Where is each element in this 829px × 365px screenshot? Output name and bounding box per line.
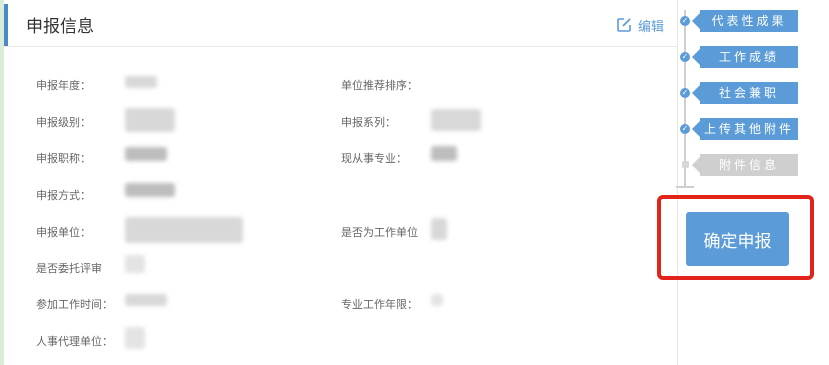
confirm-submit-button[interactable]: 确定申报 xyxy=(686,212,789,266)
method-value-redacted xyxy=(125,183,175,197)
work-years-value-redacted xyxy=(431,294,443,306)
step-check-icon: ✓ xyxy=(680,124,690,134)
title-label: 申报职称： xyxy=(36,152,91,165)
work-years-label: 专业工作年限： xyxy=(341,298,418,311)
steps-connector-line xyxy=(684,10,686,186)
edit-icon xyxy=(617,18,631,32)
series-label: 申报系列： xyxy=(341,116,396,129)
title-value-redacted xyxy=(125,147,167,161)
year-label: 申报年度： xyxy=(36,79,91,92)
unit-label: 申报单位： xyxy=(36,226,91,239)
step-representative-achievements[interactable]: 代表性成果 xyxy=(692,10,798,32)
step-check-icon: ✓ xyxy=(680,16,690,26)
form-body: 申报年度： 单位推荐排序： 申报级别： 申报系列： 申报职称： 现从事专业： 申… xyxy=(4,47,677,365)
page-title: 申报信息 xyxy=(26,17,94,37)
header-accent-bar xyxy=(4,4,8,46)
method-label: 申报方式： xyxy=(36,189,91,202)
work-start-value-redacted xyxy=(125,294,167,306)
card-header: 申报信息 编辑 xyxy=(4,0,677,47)
unit-rank-label: 单位推荐排序： xyxy=(341,79,418,92)
work-start-label: 参加工作时间： xyxy=(36,298,113,311)
steps-line-end xyxy=(676,186,694,188)
entrusted-label: 是否委托评审 xyxy=(36,262,102,275)
level-value-redacted xyxy=(125,108,175,132)
is-work-unit-value-redacted xyxy=(431,218,447,240)
edit-button[interactable]: 编辑 xyxy=(616,14,664,36)
series-value-redacted xyxy=(431,109,481,131)
step-check-icon: ✓ xyxy=(680,88,690,98)
level-label: 申报级别： xyxy=(36,116,91,129)
major-value-redacted xyxy=(431,146,457,161)
unit-value-redacted xyxy=(125,217,243,243)
step-pending-icon xyxy=(682,161,689,168)
step-work-achievements[interactable]: 工作成绩 xyxy=(692,46,798,68)
application-info-card: 申报信息 编辑 申报年度： 单位推荐排序： 申报级别： 申报系列： 申报职称： … xyxy=(4,0,678,365)
step-attachment-info[interactable]: 附件信息 xyxy=(692,154,798,176)
step-social-positions[interactable]: 社会兼职 xyxy=(692,82,798,104)
edit-label: 编辑 xyxy=(638,19,665,35)
step-check-icon: ✓ xyxy=(680,52,690,62)
is-work-unit-label: 是否为工作单位 xyxy=(341,226,418,239)
year-value-redacted xyxy=(125,76,157,88)
agency-value-redacted xyxy=(125,327,145,349)
entrusted-value-redacted xyxy=(125,255,145,273)
agency-label: 人事代理单位： xyxy=(36,335,113,348)
major-label: 现从事专业： xyxy=(341,152,407,165)
step-upload-other-attachments[interactable]: 上传其他附件 xyxy=(692,118,798,140)
